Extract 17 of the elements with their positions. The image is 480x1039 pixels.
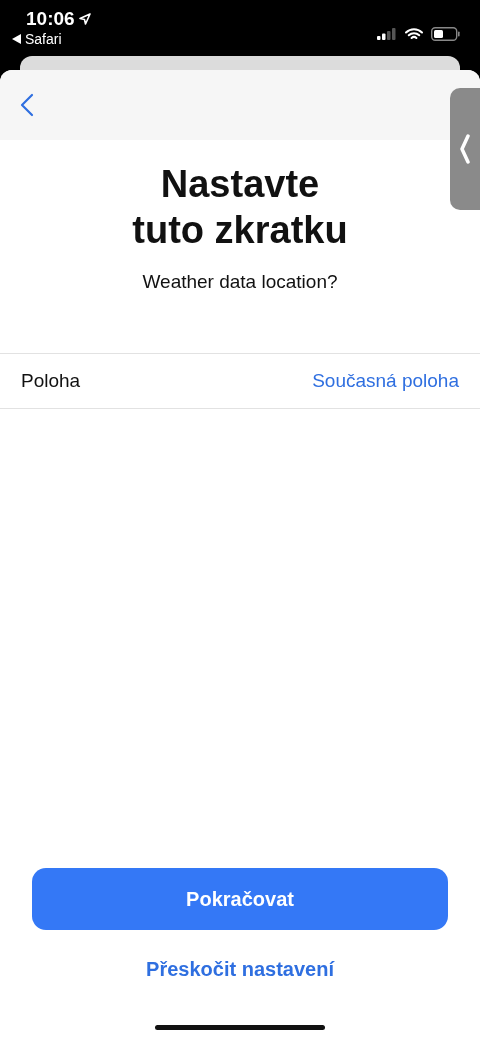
side-handle[interactable] [450, 88, 480, 210]
skip-button[interactable]: Přeskočit nastavení [142, 954, 338, 985]
back-to-app-link[interactable]: Safari [12, 31, 91, 47]
signal-icon [377, 28, 397, 40]
row-label: Poloha [21, 370, 81, 393]
wifi-icon [405, 27, 423, 41]
status-time: 10:06 [26, 8, 75, 30]
chevron-icon [460, 134, 470, 164]
row-value[interactable]: Současná poloha [312, 370, 459, 393]
settings-row[interactable]: Poloha Současná poloha [0, 354, 480, 410]
page-subtitle: Weather data location? [141, 271, 339, 294]
location-icon [78, 13, 91, 25]
continue-button[interactable]: Pokračovat [32, 868, 448, 930]
back-triangle-icon [12, 34, 21, 44]
back-icon[interactable] [20, 93, 34, 117]
page-title: Nastavte tuto zkratku [131, 162, 349, 253]
battery-icon [431, 27, 460, 41]
